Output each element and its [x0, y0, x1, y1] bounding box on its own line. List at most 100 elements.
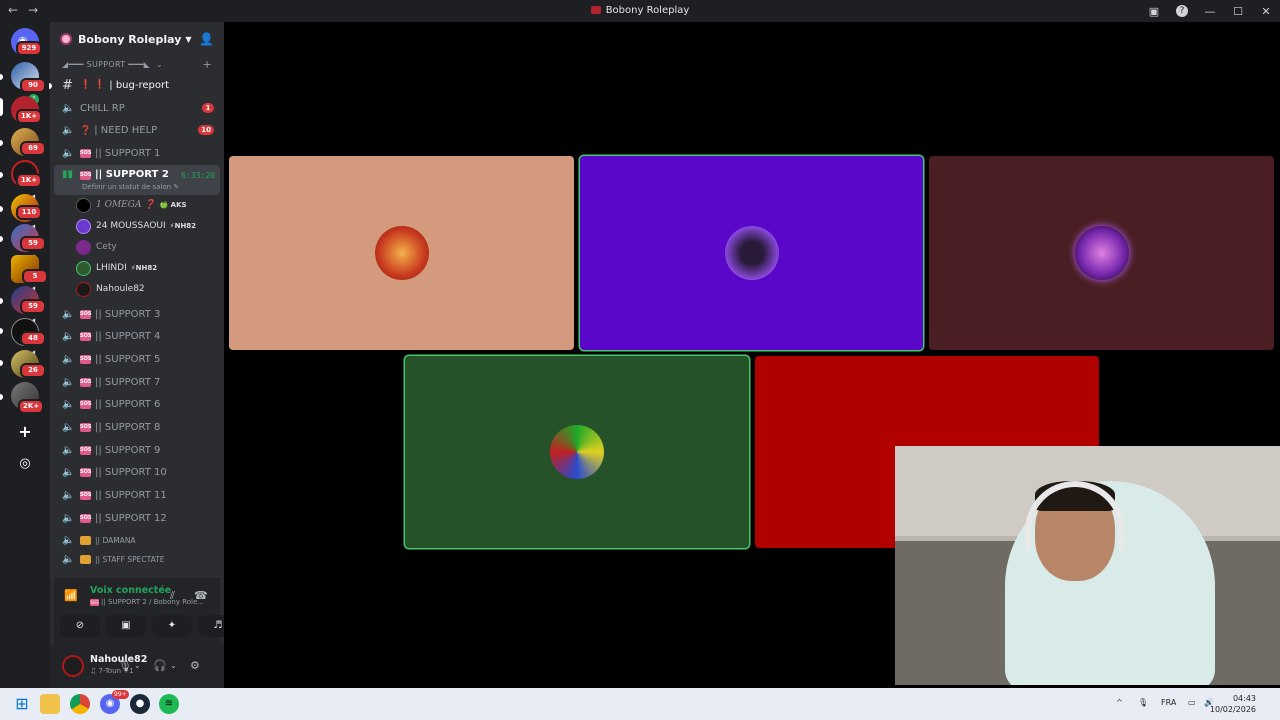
channel-support-4[interactable]: 🔈 SOS || SUPPORT 4 [54, 325, 220, 348]
voice-user[interactable]: LHINDI ⚡NH82 [50, 258, 224, 279]
clock[interactable]: 04:43 10/02/2026 [1210, 693, 1256, 715]
add-channel-icon[interactable]: + [202, 56, 212, 74]
channel-damana[interactable]: 🔈 || DAMANA [54, 530, 220, 553]
participant-tile[interactable] [229, 156, 574, 350]
microphone-icon[interactable]: 🎙 [118, 659, 132, 672]
channel-support-5[interactable]: 🔈 SOS || SUPPORT 5 [54, 348, 220, 371]
microphone-tray-icon[interactable]: 🎙 [1138, 698, 1148, 707]
sos-icon: SOS [90, 599, 99, 606]
sos-icon: SOS [80, 468, 92, 478]
server-badge-11: 2K+ [18, 399, 45, 414]
channel-staff-spectate[interactable]: 🔈 || STAFF SPECTATE [54, 552, 220, 566]
tray-chevron-icon[interactable]: ^ [1116, 698, 1123, 707]
channel-support-1[interactable]: 🔈 SOS || SUPPORT 1 [54, 142, 220, 165]
channel-support-7[interactable]: 🔈 SOS || SUPPORT 7 [54, 371, 220, 394]
chevron-down-icon[interactable]: ⌄ [134, 661, 141, 670]
voice-user-name: Nahoule82 [96, 284, 145, 295]
file-explorer-icon[interactable] [40, 694, 60, 714]
participant-tile-speaking[interactable] [405, 356, 749, 548]
category-support[interactable]: ◢━━━ SUPPORT ━━━◣ ⌄ + [50, 56, 224, 74]
channel-chill-rp[interactable]: 🔈 CHILL RP 1 [54, 97, 220, 120]
channel-support-9[interactable]: 🔈 SOS || SUPPORT 9 [54, 439, 220, 462]
discord-badge: 99+ [112, 690, 129, 699]
channel-bug-report[interactable]: # ❗ ❗ | bug-report [49, 74, 220, 97]
server-header[interactable]: Bobony Roleplay ▼ 👤 [50, 22, 224, 56]
invite-user-icon[interactable]: 👤 [199, 32, 214, 46]
speaker-locked-icon: 🔈 [62, 331, 75, 343]
clock-date: 10/02/2026 [1209, 705, 1256, 714]
window-title-text: Bobony Roleplay [605, 5, 690, 16]
settings-gear-icon[interactable]: ⚙ [190, 659, 200, 672]
channel-name: || SUPPORT 12 [95, 512, 167, 524]
speaker-locked-icon: 🔈 [62, 102, 75, 114]
language-indicator[interactable]: FRA [1161, 698, 1176, 707]
channel-support-11[interactable]: 🔈 SOS || SUPPORT 11 [54, 484, 220, 507]
channel-name: || SUPPORT 4 [95, 331, 161, 343]
add-server-button[interactable]: + [11, 418, 39, 446]
participant-tile-speaking[interactable] [580, 156, 923, 350]
minimize-button[interactable]: — [1196, 5, 1224, 18]
sos-icon: SOS [80, 400, 92, 410]
channel-support-6[interactable]: 🔈 SOS || SUPPORT 6 [54, 394, 220, 417]
channel-name: || SUPPORT 11 [95, 490, 167, 502]
channel-support-12[interactable]: 🔈 SOS || SUPPORT 12 [54, 507, 220, 530]
channel-need-help[interactable]: 🔈 ❓ | NEED HELP 10 [54, 119, 220, 142]
windows-start-icon[interactable]: ⊞ [12, 694, 32, 714]
speaker-locked-icon: 🔈 [62, 376, 75, 388]
chevron-down-icon[interactable]: ⌄ [170, 661, 177, 670]
channel-name: || STAFF SPECTATE [95, 554, 165, 564]
camera-off-button[interactable]: ⊘ [60, 615, 100, 637]
webcam-overlay [895, 446, 1280, 685]
voice-location-text: || SUPPORT 2 / Bobony Role... [101, 598, 204, 606]
voice-user-tag: 🍏 AKS [159, 201, 187, 210]
voice-user-name: LHINDI [96, 263, 127, 274]
avatar [76, 218, 91, 234]
voice-user[interactable]: Cety [50, 237, 224, 258]
close-button[interactable]: ✕ [1252, 5, 1280, 18]
chrome-icon[interactable] [70, 694, 90, 714]
voice-user[interactable]: 1 OMEGA ❓ 🍏 AKS [50, 195, 224, 216]
maximize-button[interactable]: ☐ [1224, 5, 1252, 18]
channel-support-3[interactable]: 🔈 SOS || SUPPORT 3 [54, 303, 220, 326]
disconnect-icon[interactable]: ☎ [194, 589, 208, 602]
participant-tile[interactable] [929, 156, 1274, 350]
channel-support-2[interactable]: ▮▮ SOS || SUPPORT 2 6:33:20 Définir un s… [54, 164, 220, 195]
voice-location[interactable]: SOS || SUPPORT 2 / Bobony Role... [90, 598, 204, 606]
channel-name: || SUPPORT 9 [95, 444, 161, 456]
voice-status[interactable]: Voix connectée [90, 585, 171, 596]
speaker-locked-icon: 🔈 [62, 422, 75, 434]
channel-name: || DAMANA [95, 536, 136, 546]
help-icon[interactable]: ? [1176, 5, 1188, 17]
user-avatar[interactable] [62, 655, 84, 677]
share-screen-button[interactable]: ▣ [106, 615, 146, 637]
voice-user-name: 24 MOUSSAOUI [96, 221, 166, 232]
voice-user[interactable]: Nahoule82 [50, 279, 224, 300]
voice-user[interactable]: 24 MOUSSAOUI ⚡NH82 [50, 216, 224, 237]
channel-name: || SUPPORT 3 [95, 308, 161, 320]
exclamation-icon: ❗ ❗ [80, 80, 106, 91]
speaker-locked-icon: 🔈 [62, 125, 75, 137]
channel-support-10[interactable]: 🔈 SOS || SUPPORT 10 [54, 462, 220, 485]
participant-avatar [374, 226, 429, 280]
channel-support-8[interactable]: 🔈 SOS || SUPPORT 8 [54, 416, 220, 439]
network-icon[interactable]: ▭ [1188, 698, 1196, 707]
window-titlebar: ← → Bobony Roleplay ▣ ? — ☐ ✕ [0, 0, 1280, 22]
unread-pip [49, 83, 52, 89]
voice-user-name: Cety [96, 242, 117, 253]
noise-suppression-icon[interactable]: ⫽ [170, 589, 175, 603]
set-channel-status[interactable]: Définir un statut de salon ✎ [82, 183, 179, 191]
steam-icon[interactable]: ● [130, 694, 150, 714]
text-channel-icon: # [62, 77, 73, 93]
participant-avatar [1074, 226, 1129, 280]
activities-button[interactable]: ✦ [152, 615, 192, 637]
voice-timer: 6:33:20 [181, 170, 215, 180]
inbox-icon[interactable]: ▣ [1140, 5, 1168, 18]
avatar [76, 281, 91, 297]
headphones-icon[interactable]: 🎧 [153, 659, 167, 672]
channel-name: || SUPPORT 1 [95, 147, 161, 159]
spotify-icon[interactable]: ≋ [159, 694, 179, 714]
sos-icon: SOS [80, 377, 92, 387]
server-badge-2: 1K+ [16, 109, 43, 124]
discover-icon[interactable]: ◎ [11, 450, 39, 478]
channel-name: || SUPPORT 6 [95, 399, 161, 411]
